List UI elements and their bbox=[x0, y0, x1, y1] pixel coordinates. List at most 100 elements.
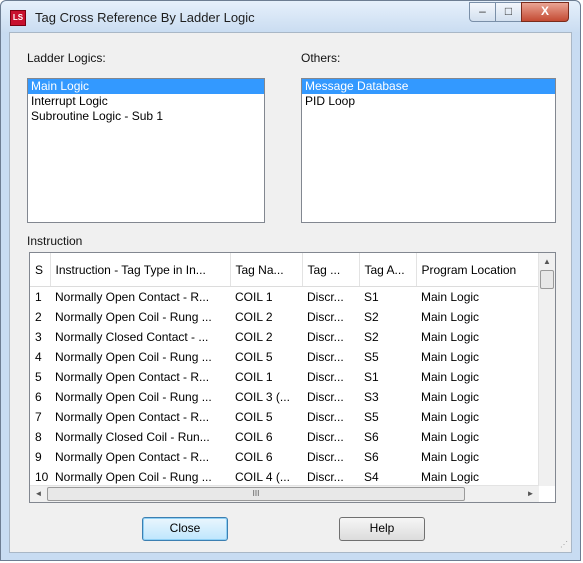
table-cell: Discr... bbox=[307, 350, 344, 364]
resize-grip-icon[interactable]: ⋰ bbox=[560, 540, 568, 549]
list-item[interactable]: PID Loop bbox=[302, 94, 555, 109]
table-cell: Normally Open Contact - R... bbox=[55, 410, 210, 424]
table-row[interactable]: 5 Normally Open Contact - R... COIL 1 Discr… bbox=[30, 367, 539, 387]
close-window-button[interactable]: X bbox=[521, 2, 569, 22]
table-cell: Main Logic bbox=[421, 290, 480, 304]
table-cell: COIL 2 bbox=[235, 310, 273, 324]
table-row[interactable]: 1 Normally Open Contact - R... COIL 1 Discr… bbox=[30, 287, 539, 308]
table-cell: Discr... bbox=[307, 450, 344, 464]
table-cell: Main Logic bbox=[421, 310, 480, 324]
list-item[interactable]: Subroutine Logic - Sub 1 bbox=[28, 109, 264, 124]
list-item[interactable]: Interrupt Logic bbox=[28, 94, 264, 109]
table-cell: Normally Open Contact - R... bbox=[55, 450, 210, 464]
table-cell: S5 bbox=[364, 350, 379, 364]
column-header[interactable]: Tag A... bbox=[359, 253, 417, 287]
table-cell: S4 bbox=[364, 470, 379, 484]
others-label: Others: bbox=[301, 51, 341, 65]
table-cell: 1 bbox=[35, 290, 42, 304]
table-cell: Discr... bbox=[307, 370, 344, 384]
app-icon: LS bbox=[10, 10, 26, 26]
title-bar[interactable]: LS Tag Cross Reference By Ladder Logic ‒… bbox=[1, 1, 580, 33]
ladder-logics-list[interactable]: Main Logic Interrupt Logic Subroutine Lo… bbox=[27, 78, 265, 223]
table-cell: S2 bbox=[364, 330, 379, 344]
table-row[interactable]: 4 Normally Open Coil - Rung ... COIL 5 Disc… bbox=[30, 347, 539, 367]
table-cell: Discr... bbox=[307, 410, 344, 424]
close-button[interactable]: Close bbox=[142, 517, 228, 541]
instruction-grid[interactable]: S Instruction - Tag Type in In... Tag Na… bbox=[29, 252, 556, 503]
dialog-window: LS Tag Cross Reference By Ladder Logic ‒… bbox=[0, 0, 581, 561]
column-header[interactable]: Tag ... bbox=[302, 253, 360, 287]
table-cell: Normally Closed Coil - Run... bbox=[55, 430, 210, 444]
table-cell: COIL 1 bbox=[235, 290, 273, 304]
help-button[interactable]: Help bbox=[339, 517, 425, 541]
table-cell: Discr... bbox=[307, 310, 344, 324]
vertical-scroll-thumb[interactable] bbox=[540, 270, 554, 289]
table-cell: Main Logic bbox=[421, 330, 480, 344]
scroll-up-icon[interactable]: ▲ bbox=[539, 253, 555, 270]
table-cell: COIL 3 (... bbox=[235, 390, 290, 404]
list-item[interactable]: Main Logic bbox=[28, 79, 264, 94]
table-cell: 10 bbox=[35, 470, 49, 484]
table-row[interactable]: 2 Normally Open Coil - Rung ... COIL 2 Disc… bbox=[30, 307, 539, 327]
table-row[interactable]: 10 Normally Open Coil - Rung ... COIL 4 (.… bbox=[30, 467, 539, 487]
maximize-button[interactable]: □ bbox=[495, 2, 522, 22]
horizontal-scroll-thumb[interactable]: III bbox=[47, 487, 465, 501]
list-item[interactable]: Message Database bbox=[302, 79, 555, 94]
others-list[interactable]: Message Database PID Loop bbox=[301, 78, 556, 223]
table-cell: S6 bbox=[364, 450, 379, 464]
instruction-table: S Instruction - Tag Type in In... Tag Na… bbox=[30, 253, 540, 487]
table-row[interactable]: 8 Normally Closed Coil - Run... COIL 6 Disc… bbox=[30, 427, 539, 447]
table-cell: Normally Closed Contact - ... bbox=[55, 330, 209, 344]
table-row[interactable]: 7 Normally Open Contact - R... COIL 5 Discr… bbox=[30, 407, 539, 427]
vertical-scrollbar[interactable]: ▲ bbox=[538, 253, 555, 486]
table-cell: S6 bbox=[364, 430, 379, 444]
table-cell: 5 bbox=[35, 370, 42, 384]
table-row[interactable]: 9 Normally Open Contact - R... COIL 6 Discr… bbox=[30, 447, 539, 467]
table-cell: Main Logic bbox=[421, 430, 480, 444]
table-cell: S1 bbox=[364, 370, 379, 384]
table-cell: Discr... bbox=[307, 290, 344, 304]
dialog-client-area: Ladder Logics: Main Logic Interrupt Logi… bbox=[9, 32, 572, 553]
table-cell: 6 bbox=[35, 390, 42, 404]
horizontal-scrollbar[interactable]: ◄ III ► bbox=[30, 485, 539, 502]
table-cell: Normally Open Coil - Rung ... bbox=[55, 350, 212, 364]
column-header[interactable]: Instruction - Tag Type in In... bbox=[50, 253, 231, 287]
table-cell: COIL 1 bbox=[235, 370, 273, 384]
column-header[interactable]: Program Location bbox=[416, 253, 540, 287]
table-cell: Normally Open Contact - R... bbox=[55, 370, 210, 384]
table-cell: Normally Open Coil - Rung ... bbox=[55, 470, 212, 484]
table-cell: Main Logic bbox=[421, 390, 480, 404]
table-cell: S2 bbox=[364, 310, 379, 324]
table-cell: 2 bbox=[35, 310, 42, 324]
table-cell: Main Logic bbox=[421, 470, 480, 484]
table-cell: COIL 5 bbox=[235, 350, 273, 364]
table-row[interactable]: 6 Normally Open Coil - Rung ... COIL 3 (..… bbox=[30, 387, 539, 407]
table-cell: Normally Open Coil - Rung ... bbox=[55, 390, 212, 404]
table-cell: 9 bbox=[35, 450, 42, 464]
table-cell: COIL 4 (... bbox=[235, 470, 290, 484]
table-cell: Main Logic bbox=[421, 370, 480, 384]
table-cell: COIL 5 bbox=[235, 410, 273, 424]
minimize-button[interactable]: ‒ bbox=[469, 2, 496, 22]
table-cell: Discr... bbox=[307, 470, 344, 484]
table-cell: Main Logic bbox=[421, 410, 480, 424]
table-row[interactable]: 3 Normally Closed Contact - ... COIL 2 Disc… bbox=[30, 327, 539, 347]
table-cell: 3 bbox=[35, 330, 42, 344]
column-header[interactable]: S bbox=[30, 253, 51, 287]
table-cell: Discr... bbox=[307, 330, 344, 344]
table-cell: Normally Open Contact - R... bbox=[55, 290, 210, 304]
table-cell: Normally Open Coil - Rung ... bbox=[55, 310, 212, 324]
table-cell: COIL 6 bbox=[235, 430, 273, 444]
table-cell: S1 bbox=[364, 290, 379, 304]
table-cell: COIL 2 bbox=[235, 330, 273, 344]
column-header[interactable]: Tag Na... bbox=[230, 253, 303, 287]
scroll-right-icon[interactable]: ► bbox=[522, 486, 539, 502]
scroll-left-icon[interactable]: ◄ bbox=[30, 486, 47, 502]
table-cell: 4 bbox=[35, 350, 42, 364]
table-cell: Main Logic bbox=[421, 450, 480, 464]
ladder-logics-label: Ladder Logics: bbox=[27, 51, 106, 65]
table-cell: S5 bbox=[364, 410, 379, 424]
window-title: Tag Cross Reference By Ladder Logic bbox=[35, 10, 255, 25]
table-cell: Discr... bbox=[307, 390, 344, 404]
instruction-label: Instruction bbox=[27, 234, 83, 248]
